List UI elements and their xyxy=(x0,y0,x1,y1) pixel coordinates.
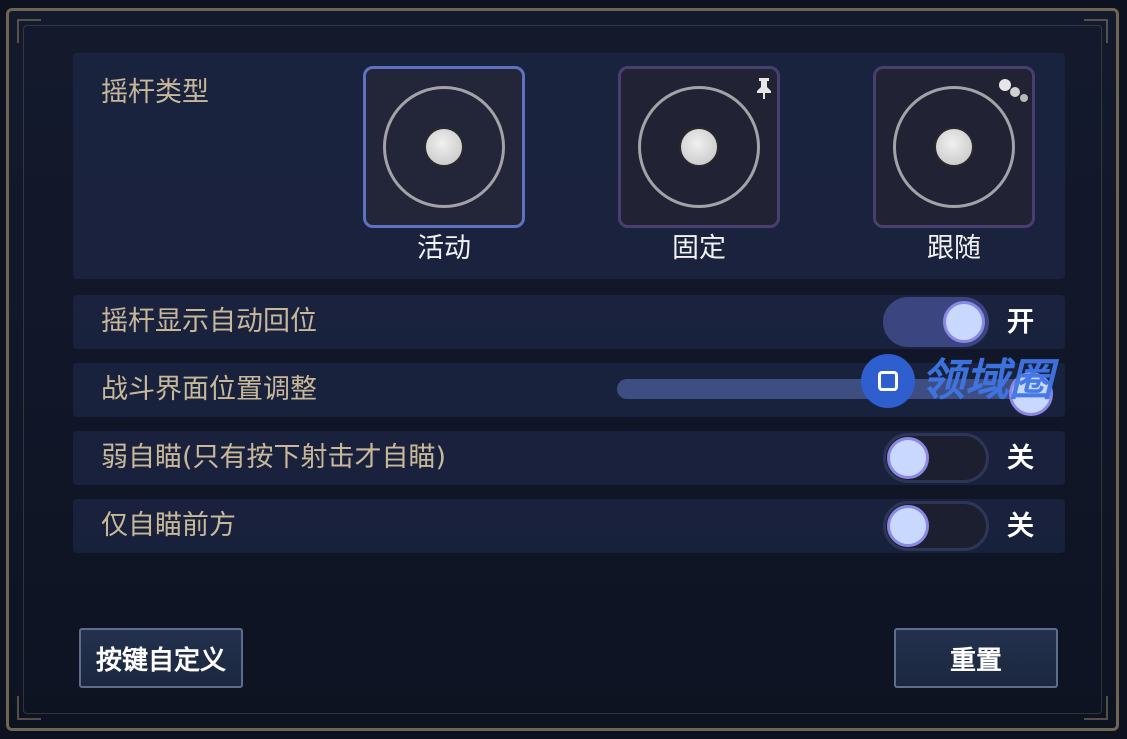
setting-label: 仅自瞄前方 xyxy=(101,510,236,541)
toggle-knob xyxy=(943,301,985,343)
joystick-option-label: 活动 xyxy=(417,233,471,264)
toggle-state-text: 关 xyxy=(1007,511,1034,542)
joystick-type-label: 摇杆类型 xyxy=(101,77,209,108)
joystick-option-label: 跟随 xyxy=(927,233,981,264)
setting-label: 弱自瞄(只有按下射击才自瞄) xyxy=(101,442,447,473)
corner-ornament xyxy=(17,696,41,720)
joystick-option-active[interactable] xyxy=(363,66,525,228)
joystick-option-follow[interactable] xyxy=(873,66,1035,228)
corner-ornament xyxy=(1084,19,1108,43)
pin-icon xyxy=(757,78,771,99)
joystick-knob-icon xyxy=(679,127,719,167)
hud-position-slider-handle[interactable] xyxy=(1009,372,1053,416)
setting-row-front-aim: 仅自瞄前方 关 xyxy=(73,499,1065,553)
hud-position-slider-track[interactable] xyxy=(617,379,1041,399)
setting-label: 摇杆显示自动回位 xyxy=(101,306,317,337)
settings-window: 摇杆类型 活动 固定 跟随 摇杆显示自动回位 开 战斗界面位置调整 弱自瞄(只有… xyxy=(6,8,1119,731)
joystick-knob-icon xyxy=(934,127,974,167)
auto-return-toggle[interactable] xyxy=(883,297,989,347)
setting-label: 战斗界面位置调整 xyxy=(101,374,317,405)
joystick-option-fixed[interactable] xyxy=(618,66,780,228)
setting-row-hud-position: 战斗界面位置调整 xyxy=(73,363,1065,417)
setting-row-auto-return: 摇杆显示自动回位 开 xyxy=(73,295,1065,349)
corner-ornament xyxy=(17,19,41,43)
reset-button[interactable]: 重置 xyxy=(894,628,1058,688)
toggle-knob xyxy=(887,437,929,479)
toggle-knob xyxy=(887,505,929,547)
joystick-option-label: 固定 xyxy=(672,233,726,264)
toggle-state-text: 关 xyxy=(1007,443,1034,474)
corner-ornament xyxy=(1084,696,1108,720)
setting-row-weak-aim: 弱自瞄(只有按下射击才自瞄) 关 xyxy=(73,431,1065,485)
joystick-knob-icon xyxy=(424,127,464,167)
front-aim-toggle[interactable] xyxy=(883,501,989,551)
customize-keys-button[interactable]: 按键自定义 xyxy=(79,628,243,688)
toggle-state-text: 开 xyxy=(1007,307,1034,338)
dots-icon xyxy=(999,79,1028,102)
weak-aim-toggle[interactable] xyxy=(883,433,989,483)
joystick-type-panel: 摇杆类型 活动 固定 跟随 xyxy=(73,53,1065,279)
